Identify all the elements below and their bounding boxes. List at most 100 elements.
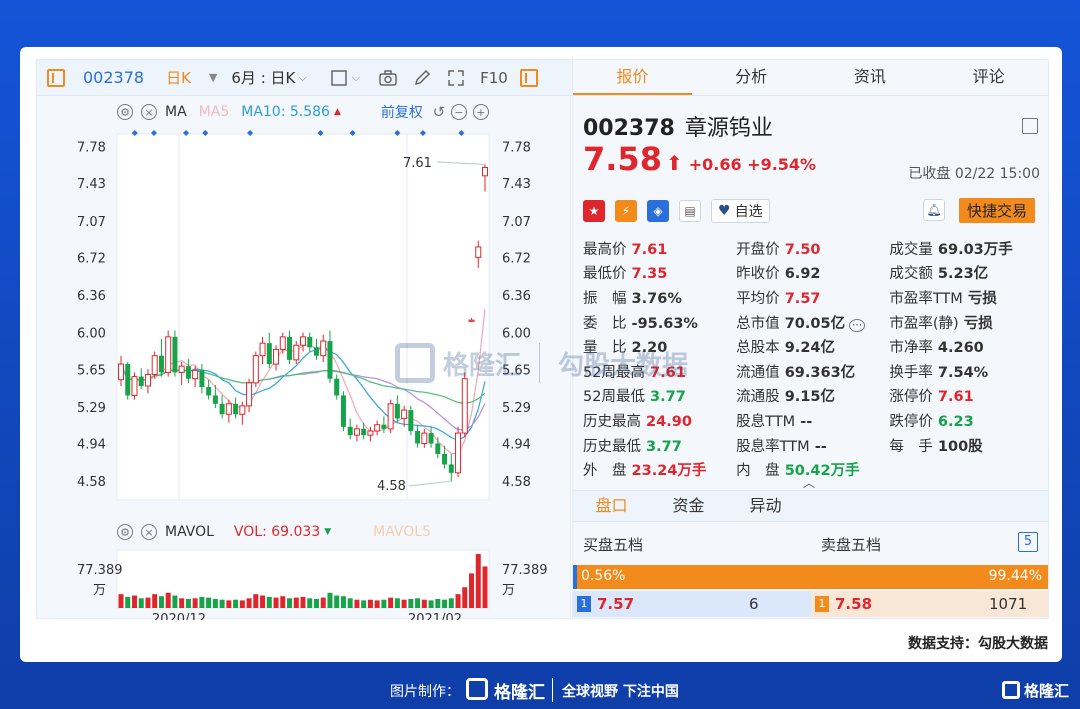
collapse-caret-icon[interactable]: ︿ (803, 474, 815, 491)
gear-icon[interactable]: ⚙ (117, 524, 133, 540)
quote-row: 52周最低 3.77 流通股 9.15亿 涨停价 7.61 (583, 384, 1043, 409)
quote-label: 跌停价 (889, 413, 933, 430)
buy-five-title: 买盘五档 (583, 536, 644, 554)
volume-bar (327, 592, 333, 608)
quote-cell: 市净率 4.260 (889, 336, 1042, 357)
five-level-icon[interactable]: 5 (1018, 532, 1038, 552)
quote-value: 3.76% (626, 290, 682, 307)
vol-tick-left: 77.389 (77, 563, 123, 578)
candle-body (199, 370, 205, 388)
quote-label: 历史最高 (583, 413, 641, 430)
quote-value: 50.42万手 (779, 463, 860, 480)
ask-level-1[interactable]: 1 7.58 1071 (811, 591, 1048, 617)
candle-body (401, 409, 408, 419)
candle-body (421, 432, 428, 445)
candle-body (374, 424, 381, 432)
volume-bar (421, 599, 427, 608)
volume-bar (347, 598, 353, 608)
volume-bar (246, 598, 252, 608)
quote-cell: 总股本 9.24亿 (736, 336, 889, 357)
volume-bar (408, 599, 414, 608)
quote-label: 股息率TTM (736, 438, 810, 455)
tag-icon[interactable]: ◈ (647, 200, 669, 222)
tab-comments[interactable]: 评论 (929, 60, 1048, 95)
ask-volume: 1071 (989, 595, 1028, 613)
tab-orderbook[interactable]: 盘口 (573, 491, 650, 521)
bid-volume: 6 (749, 595, 759, 613)
quote-tabs: 报价 分析 资讯 评论 (573, 60, 1048, 96)
quote-cell: 委 比 -95.63% (583, 312, 736, 333)
quote-value: 6.92 (779, 266, 821, 283)
alert-button[interactable]: 🔔︎ (923, 199, 945, 221)
candle-body (206, 387, 212, 396)
volume-bar (260, 595, 266, 608)
tab-quote[interactable]: 报价 (573, 60, 692, 95)
quote-cell: 振 幅 3.76% (583, 287, 736, 308)
vol-value: VOL: 69.033 (233, 524, 321, 540)
candle-body (138, 376, 144, 387)
china-flag-icon: ★ (583, 200, 605, 222)
quote-cell: 每 手 100股 (889, 435, 1042, 456)
candle-body (219, 403, 225, 415)
quote-cell: 股息TTM -- (736, 410, 889, 431)
quote-label: 最高价 (583, 241, 627, 258)
lightning-icon[interactable]: ⚡ (615, 200, 637, 222)
volume-bar (374, 600, 380, 608)
tab-analysis[interactable]: 分析 (692, 60, 811, 95)
quote-row: 振 幅 3.76% 平均价 7.57 市盈率TTM 亏损 (583, 285, 1043, 310)
bottom-banner: 图片制作： 格隆汇 全球视野 下注中国 格隆汇 (0, 672, 1080, 709)
y-tick-label-right: 7.43 (502, 177, 531, 192)
volume-bar (462, 587, 468, 608)
tab-funds[interactable]: 资金 (650, 491, 727, 521)
volume-bar (172, 595, 178, 608)
watermark-divider (539, 343, 541, 383)
quote-label: 昨收价 (736, 266, 780, 283)
tab-news[interactable]: 资讯 (811, 60, 930, 95)
more-icon[interactable]: ⋯ (849, 318, 866, 332)
y-tick-label-left: 4.94 (77, 438, 106, 453)
brand-divider (552, 678, 553, 702)
volume-bar (320, 597, 326, 608)
note-icon[interactable]: ▤ (679, 200, 701, 222)
candle-body (461, 378, 468, 434)
bid-level-1[interactable]: 1 7.57 6 (573, 591, 811, 617)
tab-unusual[interactable]: 异动 (727, 491, 804, 521)
candle-body (266, 343, 272, 365)
main-card: 002378 日K ▼ 6月 : 日K ⌵ ⌵ F10 ⚙ × MA MA5 M… (20, 47, 1062, 662)
volume-bar (192, 598, 198, 608)
quote-label: 每 手 (889, 438, 933, 455)
candle-body (334, 378, 340, 396)
quote-value: -95.63% (626, 315, 698, 332)
quick-trade-button[interactable]: 快捷交易 (958, 198, 1035, 223)
orderbook-header: 买盘五档 卖盘五档 5 (573, 530, 1048, 558)
add-favorite-button[interactable]: ♥ 自选 (711, 199, 770, 223)
candle-body (239, 405, 246, 415)
quote-cell: 历史最高 24.90 (583, 410, 736, 431)
quote-cell: 昨收价 6.92 (736, 262, 889, 283)
quote-cell: 平均价 7.57 (736, 287, 889, 308)
sell-ratio: 99.44% (988, 568, 1042, 584)
quote-cell: 流通股 9.15亿 (736, 385, 889, 406)
y-tick-label-right: 7.07 (502, 215, 531, 230)
bid-price: 7.57 (597, 595, 635, 613)
volume-bar (340, 596, 346, 608)
volume-bar (401, 599, 407, 608)
candle-body (367, 430, 374, 436)
mavol5-label: MAVOL5 (373, 524, 431, 540)
corner-brand: 格隆汇 (1024, 682, 1070, 700)
candle-body (300, 336, 306, 346)
mavol-label[interactable]: MAVOL (165, 524, 214, 540)
sell-five-title: 卖盘五档 (821, 536, 882, 554)
volume-bar (415, 598, 421, 608)
candle-body (192, 369, 199, 380)
quote-value: 24.90 (641, 413, 692, 430)
vol-unit-right: 万 (502, 583, 515, 598)
corner-logo-icon (1002, 681, 1020, 699)
market-status: 已收盘 02/22 15:00 (908, 166, 1040, 182)
quote-panel: 报价 分析 资讯 评论 002378 章源钨业 7.58 ⬆ +0.66 +9.5… (572, 59, 1049, 619)
close-icon[interactable]: × (141, 524, 157, 540)
quote-label: 历史最低 (583, 438, 641, 455)
candle-body (468, 319, 475, 322)
candle-body (158, 355, 164, 373)
layout-toggle-icon[interactable] (1022, 118, 1038, 134)
